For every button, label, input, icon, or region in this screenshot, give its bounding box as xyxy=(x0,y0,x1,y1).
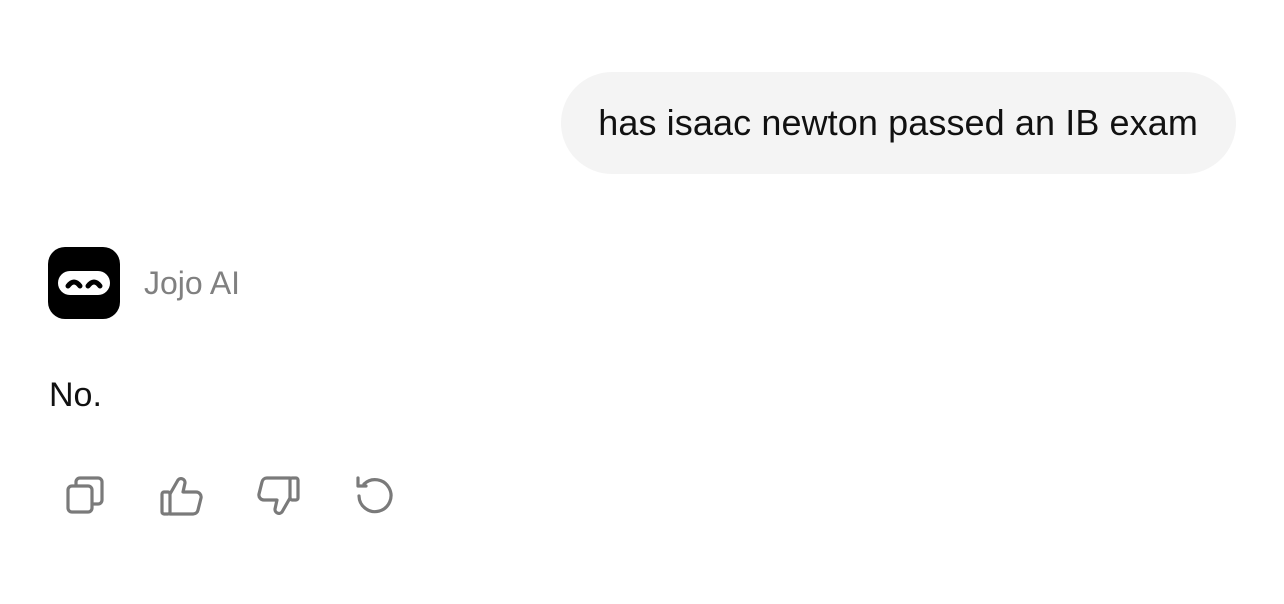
ninja-mask-icon xyxy=(48,247,120,319)
assistant-message: No. xyxy=(49,376,102,414)
regenerate-icon xyxy=(356,476,393,514)
assistant-name: Jojo AI xyxy=(144,264,241,301)
thumbs-up-button[interactable] xyxy=(156,470,208,522)
assistant-header: Jojo AI xyxy=(48,247,240,319)
chat-thread: has isaac newton passed an IB exam Jojo … xyxy=(0,0,1284,604)
thumbs-up-icon xyxy=(160,477,203,516)
copy-button[interactable] xyxy=(60,470,112,522)
thumbs-down-icon xyxy=(257,476,300,515)
thumbs-down-button[interactable] xyxy=(252,470,304,522)
user-message-bubble: has isaac newton passed an IB exam xyxy=(561,72,1236,174)
regenerate-button[interactable] xyxy=(348,470,400,522)
copy-icon xyxy=(66,476,104,514)
message-actions xyxy=(60,470,444,522)
